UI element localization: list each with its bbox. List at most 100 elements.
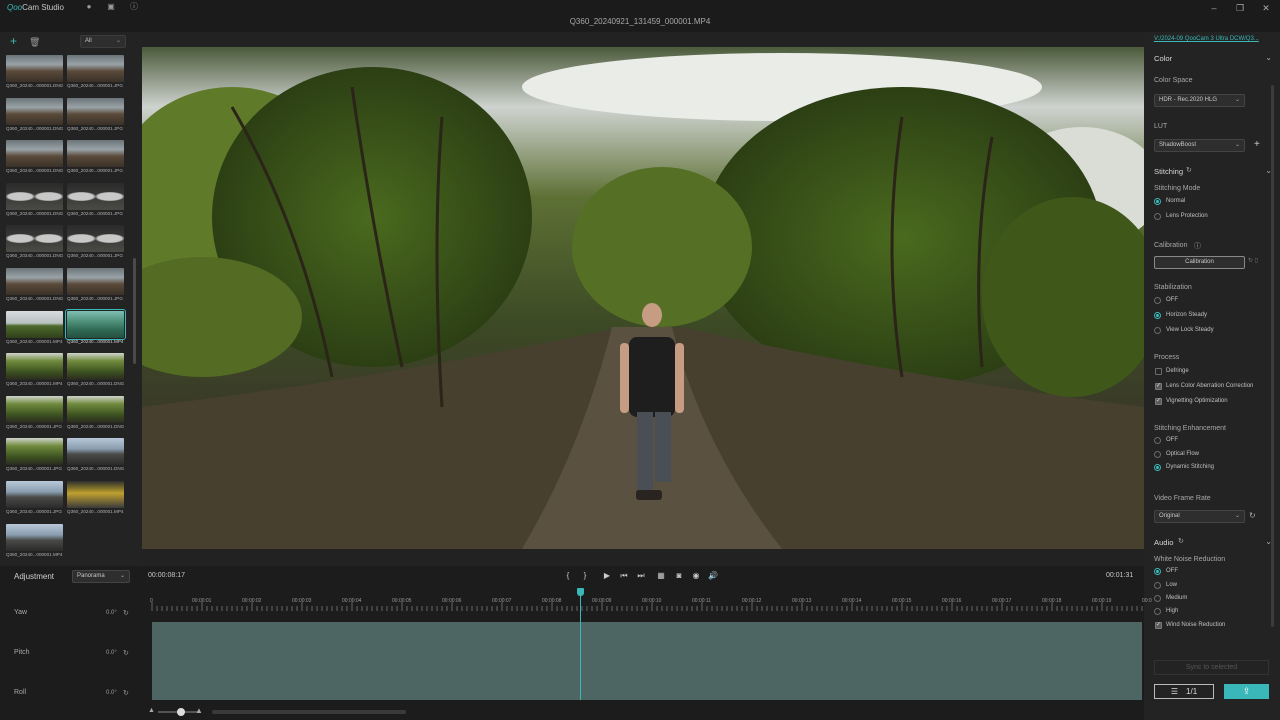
radio-enh-off[interactable] <box>1154 437 1161 444</box>
location-link[interactable]: V:/2024-09 QooCam 3 Ultra DCW/Q3... <box>1154 36 1259 42</box>
param-value-yaw[interactable]: 0.0° <box>106 610 117 616</box>
media-item[interactable]: Q360_20240...000001.DNG <box>67 395 124 433</box>
window-icon[interactable]: ▣ <box>106 2 116 12</box>
media-scrollbar[interactable] <box>133 258 136 364</box>
media-item[interactable]: Q360_20240...000001.DNG <box>6 140 63 177</box>
zoom-in-icon[interactable]: ▲ <box>195 706 203 715</box>
export-button[interactable]: ⇪ <box>1224 684 1269 699</box>
media-item[interactable]: Q360_20240...000001.MP4 <box>65 308 126 348</box>
radio-lens-protection[interactable] <box>1154 213 1161 220</box>
media-item[interactable]: Q360_20240...000001.JPG <box>6 395 63 433</box>
media-item[interactable]: Q360_20240...000001.JPG <box>67 268 124 305</box>
delete-icon[interactable]: 🗑 <box>29 37 40 47</box>
checkbox-lens-color[interactable] <box>1155 382 1162 390</box>
media-thumbnail <box>67 55 124 82</box>
minimize-icon[interactable]: – <box>1207 2 1221 14</box>
media-item[interactable]: Q360_20240...000001.JPG <box>67 97 124 135</box>
radio-wnr-off[interactable] <box>1154 568 1161 575</box>
help-icon[interactable]: ⓘ <box>1194 241 1201 251</box>
radio-normal[interactable] <box>1154 198 1161 205</box>
reset-icon[interactable]: ↻ <box>1186 166 1192 174</box>
video-track[interactable] <box>152 622 1142 700</box>
param-value-roll[interactable]: 0.0° <box>106 690 117 696</box>
queue-button[interactable]: ☰ 1/1 <box>1154 684 1214 699</box>
volume-icon[interactable]: 🔊 <box>708 571 718 581</box>
reset-icon[interactable]: ↻ <box>123 689 129 697</box>
radio-wnr-high[interactable] <box>1154 608 1161 615</box>
color-section-header[interactable]: Color <box>1154 54 1172 63</box>
radio-view-lock[interactable] <box>1154 327 1161 334</box>
playhead-handle[interactable] <box>577 588 584 596</box>
reset-icon[interactable]: ↻ <box>1178 537 1184 545</box>
ruler-label: 00:00:16 <box>942 598 962 604</box>
media-item[interactable]: Q360_20240...000001.DNG <box>6 182 63 220</box>
media-item[interactable]: Q360_20240...000001.JPG <box>6 438 63 475</box>
color-space-select[interactable]: HDR - Rec.2020 HLG ⌄ <box>1154 94 1245 107</box>
radio-stab-off[interactable] <box>1154 297 1161 304</box>
media-filename: Q360_20240...000001.MP4 <box>67 338 124 344</box>
zoom-slider-handle[interactable] <box>177 708 185 716</box>
option-vignetting: Vignetting Optimization <box>1166 398 1228 404</box>
media-item[interactable]: Q360_20240...000001.MP4 <box>6 353 63 390</box>
stitching-section-header[interactable]: Stitching <box>1154 167 1183 176</box>
timeline-scrollbar[interactable] <box>212 710 406 714</box>
record-icon[interactable]: ◉ <box>691 571 701 581</box>
settings-icon[interactable]: ● <box>84 2 94 12</box>
playhead[interactable] <box>580 588 581 700</box>
checkbox-vignetting[interactable] <box>1155 397 1162 405</box>
radio-dynamic-stitching[interactable] <box>1154 464 1161 471</box>
media-item[interactable]: Q360_20240...000001.JPG <box>67 55 124 92</box>
sync-to-selected-button[interactable]: Sync to selected <box>1154 660 1269 675</box>
audio-section-header[interactable]: Audio <box>1154 538 1173 547</box>
media-item[interactable]: Q360_20240...000001.JPG <box>67 140 124 177</box>
media-item[interactable]: Q360_20240...000001.DNG <box>67 438 124 475</box>
adjustment-mode-select[interactable]: Panorama ⌄ <box>72 570 130 583</box>
media-item[interactable]: Q360_20240...000001.DNG <box>6 97 63 135</box>
mark-in-icon[interactable]: { <box>563 571 573 581</box>
settings-scrollbar[interactable] <box>1271 85 1274 627</box>
maximize-icon[interactable]: ❐ <box>1233 2 1247 14</box>
play-icon[interactable]: ▶ <box>602 571 612 581</box>
radio-horizon-steady[interactable] <box>1154 312 1161 319</box>
zoom-out-icon[interactable]: ▲ <box>148 707 155 714</box>
panorama-preview[interactable] <box>142 47 1144 549</box>
reset-icon[interactable]: ↻ ▯ <box>1248 257 1258 264</box>
checkbox-wind-noise[interactable] <box>1155 621 1162 629</box>
chevron-down-icon: ⌄ <box>1234 97 1240 103</box>
next-frame-icon[interactable]: ⏭ <box>636 571 646 581</box>
add-lut-icon[interactable]: + <box>1254 139 1260 150</box>
reset-icon[interactable]: ↻ <box>123 609 129 617</box>
media-filter-select[interactable]: All ⌄ <box>80 35 126 48</box>
prev-frame-icon[interactable]: ⏮ <box>619 571 629 581</box>
reset-icon[interactable]: ↻ <box>1249 511 1256 520</box>
help-icon[interactable]: ⓘ <box>129 2 139 12</box>
radio-wnr-low[interactable] <box>1154 582 1161 589</box>
media-item[interactable]: Q360_20240...000001.DNG <box>6 268 63 305</box>
media-item[interactable]: Q360_20240...000001.JPG <box>6 481 63 518</box>
media-item[interactable]: Q360_20240...000001.MP4 <box>67 481 124 518</box>
media-item[interactable]: Q360_20240...000001.MP4 <box>6 310 63 348</box>
mark-out-icon[interactable]: } <box>580 571 590 581</box>
media-item[interactable]: Q360_20240...000001.DNG <box>67 353 124 390</box>
add-media-button[interactable]: + <box>10 35 22 48</box>
radio-wnr-medium[interactable] <box>1154 595 1161 602</box>
frame-rate-select[interactable]: Original ⌄ <box>1154 510 1245 523</box>
param-value-pitch[interactable]: 0.0° <box>106 650 117 656</box>
media-item[interactable]: Q360_20240...000001.JPG <box>67 182 124 220</box>
ruler-label: 00:00:12 <box>742 598 762 604</box>
media-item[interactable]: Q360_20240...000001.DNG <box>6 225 63 262</box>
lut-select[interactable]: ShadowBoost ⌄ <box>1154 139 1245 152</box>
media-item[interactable]: Q360_20240...000001.DNG <box>6 55 63 92</box>
checkbox-defringe[interactable] <box>1155 368 1162 375</box>
calibration-button[interactable]: Calibration <box>1154 256 1245 269</box>
timeline-ruler[interactable] <box>148 592 1144 616</box>
radio-optical-flow[interactable] <box>1154 451 1161 458</box>
media-item[interactable]: Q360_20240...000001.MP4 <box>6 523 63 561</box>
media-item[interactable]: Q360_20240...000001.JPG <box>67 225 124 262</box>
ruler-label: 00:00:11 <box>692 598 712 604</box>
close-icon[interactable]: ✕ <box>1259 2 1273 14</box>
grid-icon[interactable]: ▦ <box>656 571 666 581</box>
snapshot-icon[interactable]: ◙ <box>674 571 684 581</box>
reset-icon[interactable]: ↻ <box>123 649 129 657</box>
chevron-down-icon[interactable]: ⌄ <box>1265 53 1272 62</box>
